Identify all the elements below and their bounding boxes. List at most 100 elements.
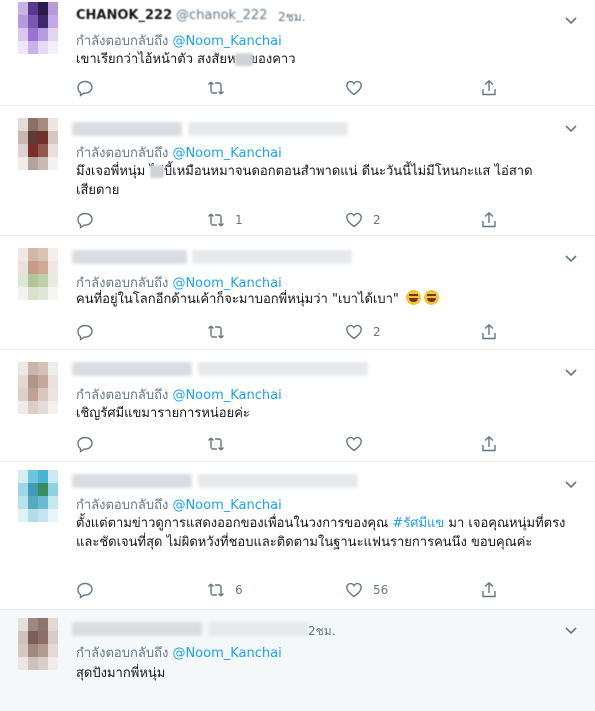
like-button[interactable]: 56 — [345, 580, 388, 600]
like-button[interactable]: 2 — [345, 210, 381, 230]
tweet-text-container: ตั้งแต่ตามข่าวดูการแสดงออกของเพื่อนในวงก… — [76, 514, 569, 552]
chevron-down-icon[interactable] — [563, 120, 579, 136]
tweet[interactable]: กำลังตอบกลับถึง @Noom_Kanchai คนที่อยู่ใ… — [0, 236, 595, 350]
retweet-icon — [208, 583, 224, 597]
author-handle-blurred[interactable] — [188, 122, 348, 136]
share-button[interactable] — [480, 580, 498, 600]
tweet-header: CHANOK_222 @chanok_222 2ชม. — [66, 8, 555, 26]
share-icon — [482, 581, 496, 598]
share-icon — [482, 435, 496, 452]
retweet-count: 1 — [235, 213, 243, 227]
like-icon — [346, 324, 362, 340]
emoji-laughing-icon — [406, 290, 422, 305]
chevron-down-icon[interactable] — [563, 250, 579, 266]
reply-icon — [77, 436, 93, 453]
timestamp[interactable]: 2ชม. — [278, 8, 306, 27]
like-count: 56 — [373, 583, 389, 597]
reply-prefix: กำลังตอบกลับถึง — [76, 276, 169, 291]
share-icon — [482, 79, 496, 96]
reply-handle-link[interactable]: @Noom_Kanchai — [172, 146, 281, 161]
tweet[interactable]: กำลังตอบกลับถึง @Noom_Kanchai เชิญรัศมีแ… — [0, 350, 595, 462]
reply-button[interactable] — [76, 322, 94, 342]
avatar[interactable] — [18, 362, 58, 414]
author-name-blurred[interactable] — [72, 122, 182, 136]
author-name[interactable]: CHANOK_222 — [76, 8, 172, 23]
chevron-down-icon[interactable] — [563, 12, 579, 28]
retweet-button[interactable]: 6 — [207, 580, 243, 600]
reply-handle-link[interactable]: @Noom_Kanchai — [172, 388, 281, 403]
tweet[interactable]: CHANOK_222 @chanok_222 2ชม. กำลังตอบกลับ… — [0, 0, 595, 106]
retweet-button[interactable] — [207, 78, 235, 98]
tweet-header: 2ชม. — [66, 620, 555, 638]
reply-icon — [77, 80, 93, 97]
tweet[interactable]: 2ชม. กำลังตอบกลับถึง @Noom_Kanchai สุดปั… — [0, 610, 595, 711]
retweet-icon — [208, 81, 224, 95]
reply-button[interactable] — [76, 580, 94, 600]
reply-button[interactable] — [76, 210, 94, 230]
like-button[interactable] — [345, 434, 373, 454]
retweet-count: 6 — [235, 583, 243, 597]
chevron-down-icon[interactable] — [563, 476, 579, 492]
tweet-text-container: คนที่อยู่ในโลกอีกด้านเค้าก็จะมาบอกพี่หนุ… — [76, 290, 569, 309]
share-button[interactable] — [480, 210, 498, 230]
reply-icon — [77, 582, 93, 599]
reply-thread: CHANOK_222 @chanok_222 2ชม. กำลังตอบกลับ… — [0, 0, 595, 711]
author-handle-blurred[interactable] — [198, 474, 358, 488]
tweet-text: เขาเรียกว่าไอ้หน้าตัว สงสัยหวงของคาว — [76, 52, 296, 67]
reply-button[interactable] — [76, 78, 94, 98]
retweet-button[interactable] — [207, 434, 235, 454]
timestamp[interactable]: 2ชม. — [308, 622, 336, 641]
tweet-header — [66, 360, 555, 378]
share-button[interactable] — [480, 78, 498, 98]
share-icon — [482, 323, 496, 340]
tweet-actions — [76, 78, 506, 98]
author-name-blurred[interactable] — [72, 622, 202, 636]
avatar[interactable] — [18, 118, 58, 170]
author-name-blurred[interactable] — [72, 362, 192, 376]
share-button[interactable] — [480, 434, 498, 454]
like-count: 2 — [373, 213, 381, 227]
share-button[interactable] — [480, 322, 498, 342]
avatar[interactable] — [18, 470, 58, 522]
reply-prefix: กำลังตอบกลับถึง — [76, 646, 169, 661]
reply-button[interactable] — [76, 434, 94, 454]
tweet-text: คนที่อยู่ในโลกอีกด้านเค้าก็จะมาบอกพี่หนุ… — [76, 292, 399, 307]
like-icon — [346, 212, 362, 228]
author-handle-blurred[interactable] — [208, 622, 308, 636]
author-handle[interactable]: @chanok_222 — [176, 8, 267, 23]
retweet-button[interactable]: 1 — [207, 210, 243, 230]
avatar[interactable] — [18, 2, 58, 54]
reply-context: กำลังตอบกลับถึง @Noom_Kanchai — [76, 384, 282, 405]
author-handle-blurred[interactable] — [198, 362, 368, 376]
avatar[interactable] — [18, 618, 58, 670]
chevron-down-icon[interactable] — [563, 622, 579, 638]
like-button[interactable] — [345, 78, 373, 98]
avatar[interactable] — [18, 248, 58, 300]
retweet-icon — [208, 437, 224, 451]
reply-handle-link[interactable]: @Noom_Kanchai — [172, 498, 281, 513]
reply-prefix: กำลังตอบกลับถึง — [76, 34, 169, 49]
author-handle-blurred[interactable] — [192, 250, 352, 264]
reply-icon — [77, 212, 93, 229]
tweet[interactable]: กำลังตอบกลับถึง @Noom_Kanchai มึงเจอพี่ห… — [0, 106, 595, 236]
retweet-button[interactable] — [207, 322, 235, 342]
reply-handle-link[interactable]: @Noom_Kanchai — [172, 34, 281, 49]
tweet-header — [66, 472, 555, 490]
tweet-actions — [76, 434, 506, 454]
reply-prefix: กำลังตอบกลับถึง — [76, 146, 169, 161]
share-icon — [482, 211, 496, 228]
tweet-header — [66, 120, 555, 138]
chevron-down-icon[interactable] — [563, 364, 579, 380]
tweet[interactable]: กำลังตอบกลับถึง @Noom_Kanchai ตั้งแต่ตาม… — [0, 462, 595, 610]
reply-handle-link[interactable]: @Noom_Kanchai — [172, 646, 281, 661]
hashtag-link[interactable]: #รัศมีแข — [392, 516, 444, 531]
blurred-word — [235, 53, 253, 66]
like-button[interactable]: 2 — [345, 322, 381, 342]
tweet-text-part: ตั้งแต่ตามข่าวดูการแสดงออกของเพื่อนในวงก… — [76, 516, 393, 531]
author-name-blurred[interactable] — [72, 250, 187, 264]
author-name-blurred[interactable] — [72, 474, 192, 488]
reply-handle-link[interactable]: @Noom_Kanchai — [172, 276, 281, 291]
reply-prefix: กำลังตอบกลับถึง — [76, 498, 169, 513]
reply-context: กำลังตอบกลับถึง @Noom_Kanchai — [76, 142, 282, 163]
tweet-text: สุดปังมากพี่หนุ่ม — [76, 666, 166, 681]
